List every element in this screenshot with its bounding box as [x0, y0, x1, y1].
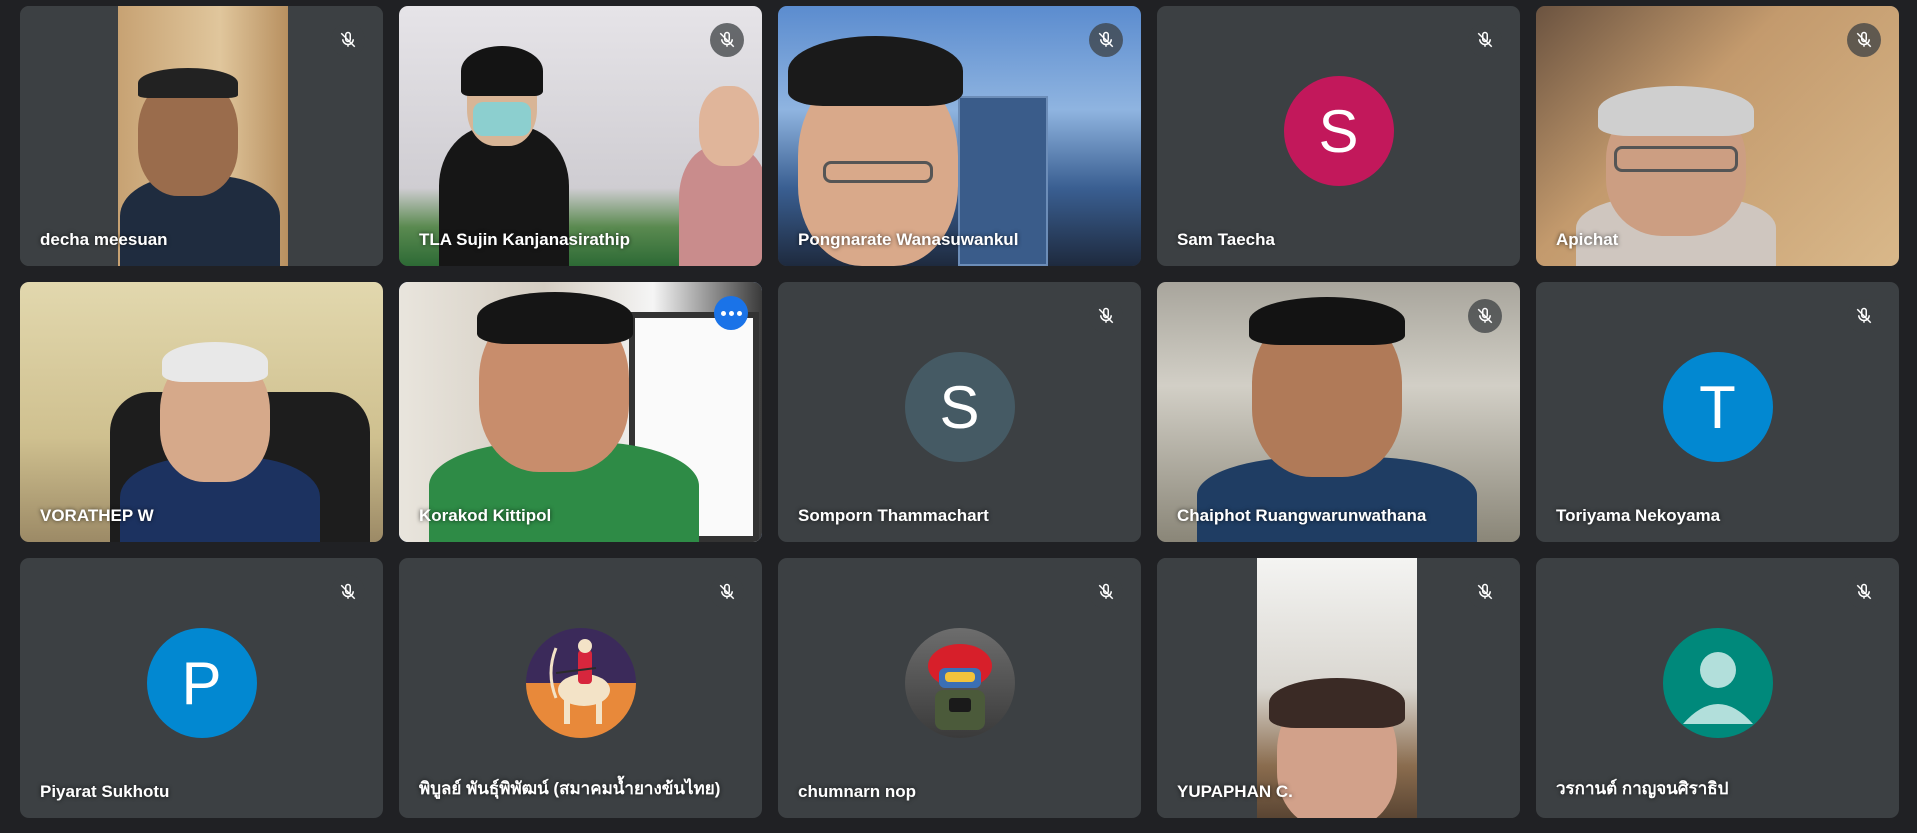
- participant-tile[interactable]: Chaiphot Ruangwarunwathana: [1157, 282, 1520, 542]
- mic-off-icon: [331, 23, 365, 57]
- participant-name: decha meesuan: [40, 230, 168, 249]
- participant-tile[interactable]: T Toriyama Nekoyama: [1536, 282, 1899, 542]
- participant-name: chumnarn nop: [798, 782, 917, 801]
- participant-tile[interactable]: decha meesuan: [20, 6, 383, 266]
- mic-off-icon: [710, 575, 744, 609]
- mic-off-icon: [1468, 299, 1502, 333]
- participant-name: Chaiphot Ruangwarunwathana: [1177, 506, 1427, 525]
- participant-name: Sam Taecha: [1177, 230, 1275, 249]
- mic-off-icon: [710, 23, 744, 57]
- mic-off-icon: [331, 575, 365, 609]
- mic-off-icon: [1089, 575, 1123, 609]
- participant-tile[interactable]: Pongnarate Wanasuwankul: [778, 6, 1141, 266]
- more-options-icon[interactable]: [714, 296, 748, 330]
- participant-video: [778, 6, 1141, 266]
- mic-off-icon: [1089, 299, 1123, 333]
- participant-tile[interactable]: S Somporn Thammachart: [778, 282, 1141, 542]
- participant-tile[interactable]: chumnarn nop: [778, 558, 1141, 818]
- participant-video: [20, 282, 383, 542]
- participant-tile[interactable]: YUPAPHAN C.: [1157, 558, 1520, 818]
- participant-avatar: T: [1662, 352, 1773, 462]
- mic-off-icon: [1847, 299, 1881, 333]
- participant-tile[interactable]: VORATHEP W: [20, 282, 383, 542]
- participant-name: Piyarat Sukhotu: [40, 782, 170, 801]
- participant-name: Somporn Thammachart: [798, 506, 989, 525]
- participant-tile[interactable]: P Piyarat Sukhotu: [20, 558, 383, 818]
- participant-tile-active-speaker[interactable]: Korakod Kittipol: [399, 282, 762, 542]
- participant-tile[interactable]: S Sam Taecha: [1157, 6, 1520, 266]
- archer-avatar-icon: [525, 628, 636, 738]
- participant-video: [1157, 558, 1520, 818]
- participant-name: Apichat: [1556, 230, 1619, 249]
- participant-name: VORATHEP W: [40, 506, 154, 525]
- participant-name: Toriyama Nekoyama: [1556, 506, 1721, 525]
- participant-name: Pongnarate Wanasuwankul: [798, 230, 1019, 249]
- participant-video: [20, 6, 383, 266]
- participant-name: พิบูลย์ พันธุ์พิพัฒน์ (สมาคมน้ำยางข้นไทย…: [419, 779, 721, 798]
- participant-tile[interactable]: TLA Sujin Kanjanasirathip: [399, 6, 762, 266]
- participant-avatar: S: [1283, 76, 1394, 186]
- mic-off-icon: [1847, 23, 1881, 57]
- participant-video: [1157, 282, 1520, 542]
- mic-off-icon: [1468, 575, 1502, 609]
- participant-tile[interactable]: Apichat: [1536, 6, 1899, 266]
- mic-off-icon: [1847, 575, 1881, 609]
- participant-video: [399, 6, 762, 266]
- participant-video: [1536, 6, 1899, 266]
- mic-off-icon: [1089, 23, 1123, 57]
- participant-avatar: S: [904, 352, 1015, 462]
- participant-name: TLA Sujin Kanjanasirathip: [419, 230, 630, 249]
- racer-avatar-icon: [904, 628, 1015, 738]
- participant-name: Korakod Kittipol: [419, 506, 552, 525]
- participant-name: วรกานต์ กาญจนศิราธิป: [1556, 779, 1729, 798]
- participant-tile[interactable]: วรกานต์ กาญจนศิราธิป: [1536, 558, 1899, 818]
- participant-name: YUPAPHAN C.: [1177, 782, 1293, 801]
- person-icon: [1662, 628, 1773, 738]
- participant-tile[interactable]: พิบูลย์ พันธุ์พิพัฒน์ (สมาคมน้ำยางข้นไทย…: [399, 558, 762, 818]
- mic-off-icon: [1468, 23, 1502, 57]
- participant-grid: decha meesuan TLA Sujin Kanjanasirathip …: [20, 6, 1899, 818]
- participant-avatar: P: [146, 628, 257, 738]
- participant-video: [399, 282, 762, 542]
